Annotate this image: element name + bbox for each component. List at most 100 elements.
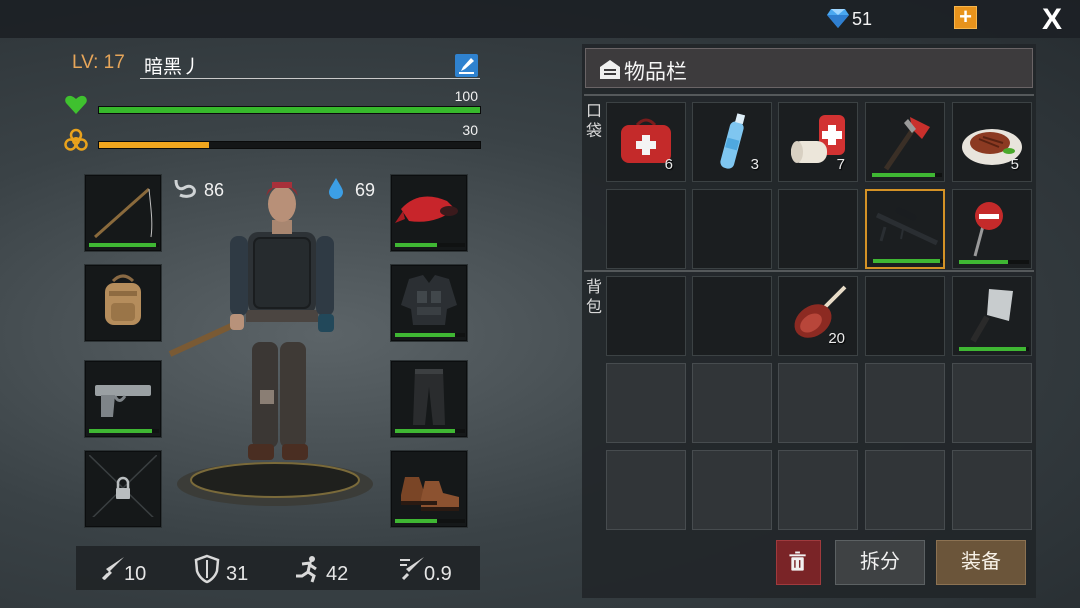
fire-axe-icon	[883, 117, 930, 171]
inventory-slot[interactable]: 3	[692, 102, 772, 182]
storage-icon	[600, 60, 620, 79]
health-value: 100	[454, 88, 478, 104]
level-label: LV: 17	[72, 52, 125, 73]
backpack-divider	[584, 270, 1034, 272]
inventory-slot-empty[interactable]	[692, 276, 772, 356]
inventory-slot-empty[interactable]	[606, 276, 686, 356]
gem-count: 51	[852, 9, 873, 29]
legs-slot[interactable]	[390, 360, 468, 438]
inventory-slot-empty[interactable]	[865, 276, 945, 356]
inventory-slot-empty[interactable]	[606, 363, 686, 443]
bag-slot[interactable]	[84, 264, 162, 342]
durability-bar	[89, 243, 159, 247]
radiation-value: 30	[462, 122, 478, 138]
name-underline	[140, 78, 480, 79]
pistol-icon	[95, 385, 151, 417]
trash-icon	[789, 551, 806, 571]
speed-value: 42	[326, 563, 349, 585]
inventory-slot-empty[interactable]	[952, 363, 1032, 443]
locked-slot	[84, 450, 162, 528]
durability-bar	[873, 259, 943, 263]
tactical-vest-icon	[401, 275, 457, 325]
backpack-label: 背 包	[586, 278, 606, 318]
backpack-label-char-2: 包	[586, 299, 603, 316]
inventory-slot[interactable]: 5	[952, 102, 1032, 182]
stop-sign-icon	[973, 202, 1003, 257]
close-button[interactable]: X	[1036, 4, 1068, 36]
durability-bar	[395, 429, 465, 433]
sidearm-slot[interactable]	[84, 360, 162, 438]
feet-slot[interactable]	[390, 450, 468, 528]
inventory-slot-empty[interactable]	[865, 363, 945, 443]
diamond-icon	[827, 9, 849, 28]
inventory-slot-empty[interactable]	[865, 450, 945, 530]
defense-value: 31	[226, 563, 249, 585]
heart-icon	[65, 95, 87, 114]
inventory-slot[interactable]: 6	[606, 102, 686, 182]
lock-icon	[89, 455, 157, 517]
health-bar-fill	[99, 107, 480, 113]
equip-button[interactable]: 装备	[936, 540, 1026, 585]
attack-speed-value: 0.9	[424, 563, 452, 585]
pants-icon	[413, 369, 445, 425]
pockets-divider	[584, 94, 1034, 96]
add-gems-button[interactable]: +	[954, 6, 977, 29]
split-button[interactable]: 拆分	[835, 540, 925, 585]
inventory-slot-empty[interactable]	[606, 189, 686, 269]
bandana-icon	[395, 196, 458, 223]
inventory-slot-empty[interactable]	[778, 363, 858, 443]
boots-icon	[401, 477, 459, 511]
radiation-bar-fill	[99, 142, 210, 148]
durability-bar	[872, 173, 942, 177]
inventory-slot[interactable]	[952, 189, 1032, 269]
inventory-slot[interactable]: 7	[778, 102, 858, 182]
pockets-label-char-1: 口	[586, 103, 603, 120]
biohazard-icon	[64, 128, 88, 151]
inventory-slot-empty[interactable]	[778, 189, 858, 269]
inventory-slot[interactable]	[865, 102, 945, 182]
sniper-rifle-icon	[875, 207, 939, 246]
health-bar	[98, 106, 481, 114]
weapon-slot[interactable]	[84, 174, 162, 252]
inventory-slot-empty[interactable]	[952, 450, 1032, 530]
edit-name-button[interactable]	[455, 54, 478, 77]
inventory-slot-empty[interactable]	[778, 450, 858, 530]
durability-bar	[89, 429, 159, 433]
player-name: 暗黑丿	[144, 57, 202, 78]
durability-bar	[959, 260, 1029, 264]
inventory-slot-empty[interactable]	[692, 363, 772, 443]
body-slot[interactable]	[390, 264, 468, 342]
shield-icon	[194, 554, 220, 584]
inventory-slot-empty[interactable]	[692, 450, 772, 530]
inventory-slot[interactable]	[952, 276, 1032, 356]
head-slot[interactable]	[390, 174, 468, 252]
inventory-title: 物品栏	[624, 61, 687, 84]
item-count: 6	[664, 156, 673, 173]
plus-icon: +	[959, 4, 972, 29]
radiation-bar	[98, 141, 481, 149]
backpack-icon	[105, 274, 141, 325]
running-icon	[296, 556, 317, 583]
backpack-label-char-1: 背	[586, 279, 603, 296]
durability-bar	[395, 333, 465, 337]
cleaver-icon	[970, 289, 1013, 343]
character-model	[168, 182, 373, 506]
inventory-slot-empty[interactable]	[692, 189, 772, 269]
item-count: 7	[836, 156, 845, 173]
fishing-rod-icon	[94, 187, 153, 239]
item-count: 5	[1010, 156, 1019, 173]
durability-bar	[959, 347, 1029, 351]
inventory-slot[interactable]: 20	[778, 276, 858, 356]
inventory-slot-selected[interactable]	[865, 189, 945, 269]
item-count: 3	[750, 156, 759, 173]
durability-bar	[395, 519, 465, 523]
inventory-slot-empty[interactable]	[606, 450, 686, 530]
pockets-label-char-2: 袋	[586, 123, 603, 140]
pockets-label: 口 袋	[586, 102, 606, 142]
attack-value: 10	[124, 563, 147, 585]
item-count: 20	[828, 330, 845, 347]
pencil-icon	[459, 58, 474, 74]
durability-bar	[395, 243, 465, 247]
top-bar	[0, 0, 1080, 38]
delete-button[interactable]	[776, 540, 821, 585]
